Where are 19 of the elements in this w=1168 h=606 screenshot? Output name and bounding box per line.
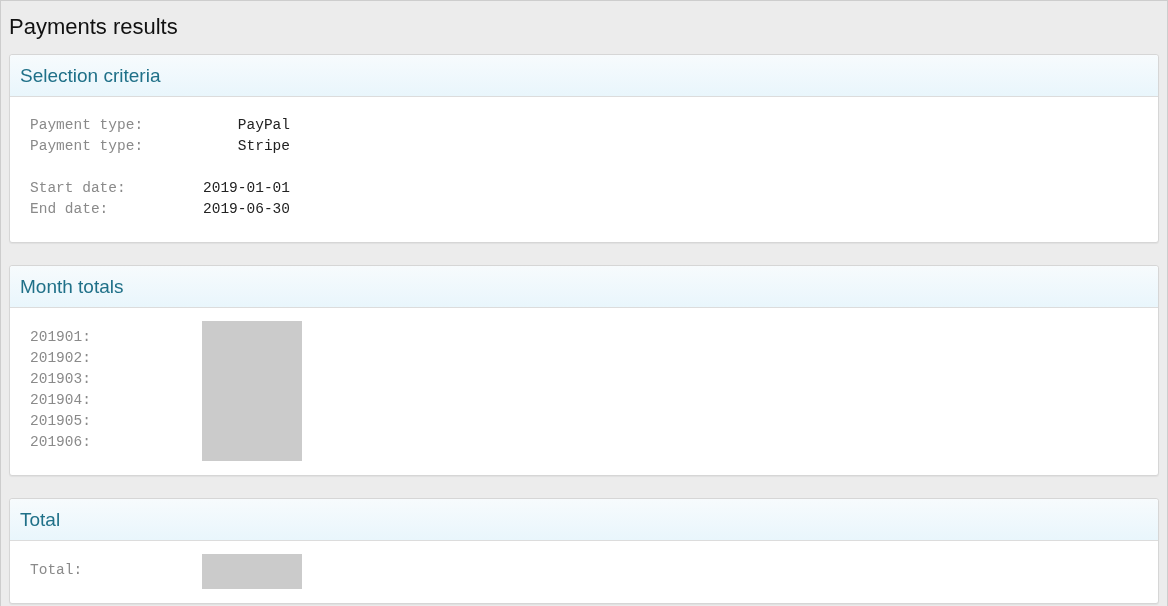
panel-title: Month totals bbox=[20, 274, 124, 299]
total-label: Total: bbox=[30, 561, 84, 580]
panel-title: Total bbox=[20, 507, 61, 532]
criteria-label: End date: bbox=[30, 200, 110, 219]
criteria-label: Payment type: bbox=[30, 116, 145, 135]
total-label: 201901: bbox=[30, 328, 92, 347]
criteria-value: 2019-06-30 bbox=[202, 200, 290, 219]
criteria-label: Start date: bbox=[30, 179, 127, 198]
criteria-value: PayPal bbox=[236, 116, 290, 135]
panel-title: Selection criteria bbox=[20, 63, 161, 88]
criteria-value: Stripe bbox=[236, 137, 290, 156]
total-label: 201905: bbox=[30, 412, 92, 431]
total-label: 201904: bbox=[30, 391, 92, 410]
page-title: Payments results bbox=[9, 13, 178, 41]
total-label: 201903: bbox=[30, 370, 92, 389]
total-label: 201902: bbox=[30, 349, 92, 368]
total-label: 201906: bbox=[30, 433, 92, 452]
criteria-value: 2019-01-01 bbox=[202, 179, 290, 198]
criteria-label: Payment type: bbox=[30, 137, 145, 156]
